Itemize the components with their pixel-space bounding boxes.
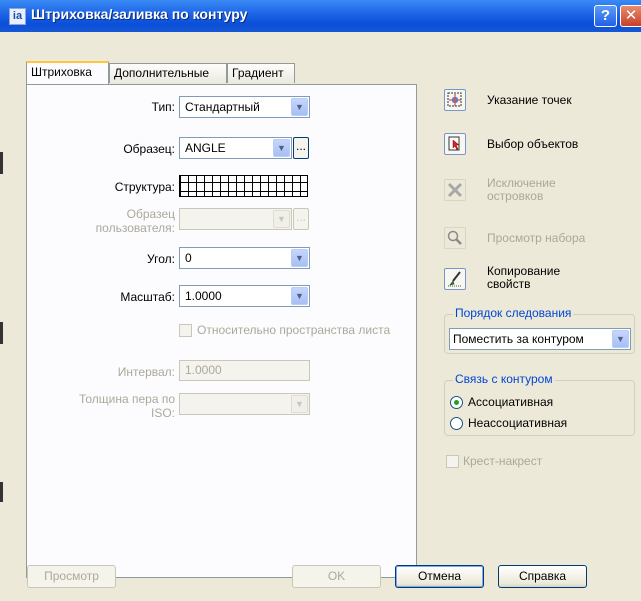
scale-select-value: 1.0000 (185, 289, 222, 303)
hatch-tab-panel: Тип: Стандартный ▼ Образец: ANGLE ▼ ... … (26, 84, 417, 578)
pattern-select[interactable]: ANGLE ▼ (179, 137, 292, 159)
chevron-down-icon: ▼ (291, 395, 308, 413)
cancel-button[interactable]: Отмена (395, 565, 484, 588)
draw-order-select-value: Поместить за контуром (453, 332, 584, 346)
nonassociative-radio[interactable] (450, 417, 463, 430)
type-select[interactable]: Стандартный ▼ (179, 96, 310, 118)
remove-islands-label-line2: островков (487, 189, 544, 203)
iso-pen-width-select[interactable]: ▼ (179, 393, 310, 415)
pattern-label: Образец: (123, 142, 175, 156)
associative-radio[interactable] (450, 396, 463, 409)
left-edge-mark (0, 322, 3, 344)
custom-pattern-browse-button[interactable]: ... (293, 208, 309, 230)
relative-paper-space-checkbox[interactable] (179, 324, 192, 337)
left-edge-mark (0, 152, 3, 174)
scale-select[interactable]: 1.0000 ▼ (179, 285, 310, 307)
title-bar[interactable]: ia Штриховка/заливка по контуру ? ✕ (0, 0, 641, 32)
angle-label: Угол: (147, 252, 175, 266)
select-objects-label[interactable]: Выбор объектов (487, 138, 578, 151)
pick-points-icon (447, 92, 462, 107)
angle-select-value: 0 (185, 251, 192, 265)
tab-gradient[interactable]: Градиент (227, 63, 295, 83)
ok-button[interactable]: OK (292, 565, 381, 588)
iso-pen-width-label-line1: Толщина пера по (78, 392, 175, 406)
relative-paper-space-label: Относительно пространства листа (197, 323, 391, 337)
composition-group: Связь с контуром Ассоциативная Неассоциа… (444, 373, 635, 436)
paintbrush-icon (448, 271, 462, 287)
draw-order-select[interactable]: Поместить за контуром ▼ (449, 328, 631, 350)
hatch-dialog-window: ia Штриховка/заливка по контуру ? ✕ Штри… (0, 0, 641, 601)
chevron-down-icon: ▼ (273, 210, 290, 228)
magnifier-icon (447, 230, 462, 245)
chevron-down-icon[interactable]: ▼ (612, 330, 629, 348)
chevron-down-icon[interactable]: ▼ (291, 287, 308, 305)
dialog-client-area: Штриховка Дополнительные Градиент Тип: С… (0, 32, 641, 601)
swatch-label: Структура: (114, 180, 175, 194)
pattern-swatch[interactable] (179, 175, 308, 197)
chevron-down-icon[interactable]: ▼ (291, 98, 308, 116)
window-title: Штриховка/заливка по контуру (31, 6, 248, 22)
draw-order-group: Порядок следования Поместить за контуром… (444, 307, 635, 354)
view-selections-label: Просмотр набора (487, 231, 586, 245)
pick-points-button[interactable] (444, 89, 466, 111)
composition-title: Связь с контуром (453, 372, 555, 386)
chevron-down-icon[interactable]: ▼ (291, 249, 308, 267)
draw-order-title: Порядок следования (453, 306, 574, 320)
custom-pattern-label-line1: Образец (126, 207, 175, 221)
tab-advanced[interactable]: Дополнительные (109, 63, 227, 83)
close-titlebar-button[interactable]: ✕ (620, 5, 641, 27)
radio-selected-dot (454, 400, 459, 405)
custom-pattern-select[interactable]: ▼ (179, 208, 292, 230)
select-objects-button[interactable] (444, 133, 466, 155)
remove-islands-button[interactable] (444, 179, 466, 201)
double-hatch-label: Крест-накрест (463, 454, 543, 468)
type-label: Тип: (151, 100, 175, 114)
inherit-properties-button[interactable] (444, 268, 466, 290)
preview-button[interactable]: Просмотр (27, 565, 116, 588)
pick-points-label[interactable]: Указание точек (487, 94, 572, 107)
associative-label[interactable]: Ассоциативная (468, 396, 553, 409)
inherit-properties-label-line2[interactable]: свойств (487, 278, 531, 291)
chevron-down-icon[interactable]: ▼ (273, 139, 290, 157)
help-titlebar-button[interactable]: ? (594, 5, 617, 27)
nonassociative-label[interactable]: Неассоциативная (468, 417, 567, 430)
left-edge-mark (0, 482, 3, 502)
scale-label: Масштаб: (120, 290, 175, 304)
view-selections-button[interactable] (444, 227, 466, 249)
custom-pattern-label-line2: пользователя: (95, 221, 175, 235)
pattern-browse-button[interactable]: ... (293, 137, 309, 159)
double-hatch-checkbox[interactable] (446, 455, 459, 468)
pattern-select-value: ANGLE (185, 141, 226, 155)
help-button[interactable]: Справка (498, 565, 587, 588)
tab-hatch[interactable]: Штриховка (26, 61, 109, 84)
angle-select[interactable]: 0 ▼ (179, 247, 310, 269)
spacing-label: Интервал: (117, 365, 175, 379)
iso-pen-width-label-line2: ISO: (150, 406, 175, 420)
remove-islands-icon (447, 182, 463, 198)
spacing-input[interactable]: 1.0000 (179, 360, 310, 381)
select-objects-icon (448, 136, 460, 151)
hatch-app-icon: ia (9, 8, 26, 25)
type-select-value: Стандартный (185, 100, 260, 114)
